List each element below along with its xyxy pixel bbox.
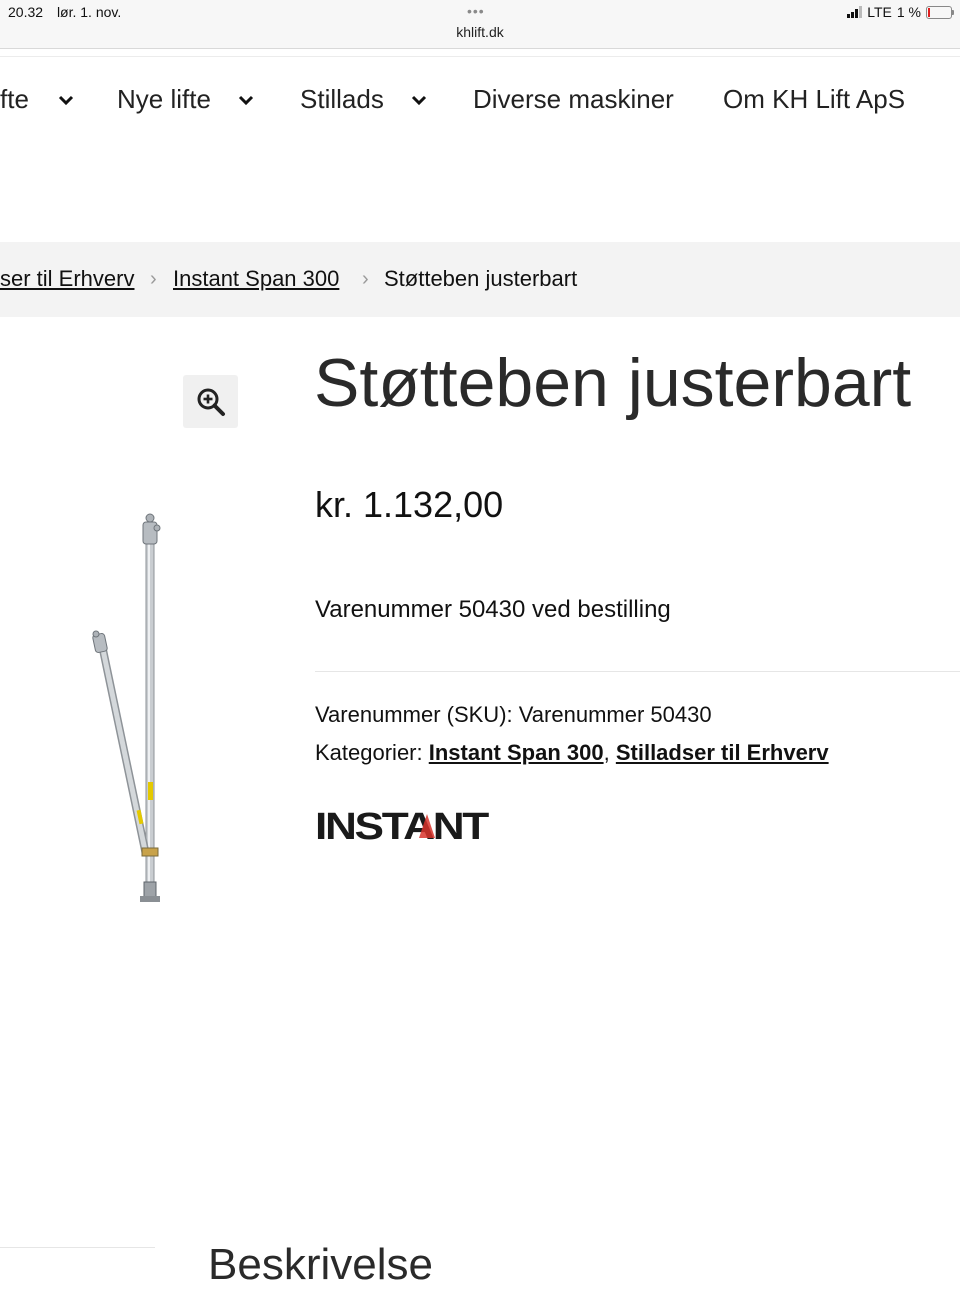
- status-date: lør. 1. nov.: [56, 4, 122, 20]
- breadcrumb-separator: ›: [150, 268, 157, 290]
- zoom-button[interactable]: [183, 375, 238, 428]
- status-bar: 20.32 lør. 1. nov. ••• khlift.dk LTE 1 %: [0, 0, 960, 49]
- category-link[interactable]: Stilladser til Erhverv: [616, 740, 829, 765]
- categories-label: Kategorier:: [315, 740, 423, 765]
- nav-item-label: Stillads: [300, 84, 384, 114]
- status-left: 20.32 lør. 1. nov.: [8, 4, 131, 20]
- product-title: Støtteben justerbart: [314, 345, 912, 421]
- breadcrumb-link-stilladser[interactable]: ser til Erhverv: [0, 266, 134, 292]
- nav-item-stillads[interactable]: Stillads: [300, 84, 428, 115]
- breadcrumb-link[interactable]: ser til Erhverv: [0, 266, 134, 291]
- nav-item-lifte[interactable]: fte: [0, 84, 75, 115]
- product-sku: Varenummer (SKU): Varenummer 50430: [315, 702, 712, 728]
- breadcrumb-link-instant-span[interactable]: Instant Span 300: [173, 266, 339, 292]
- chevron-down-icon[interactable]: [237, 91, 255, 109]
- brand-logo-text: INSTANT: [315, 808, 489, 844]
- breadcrumb-current: Støtteben justerbart: [384, 266, 578, 291]
- breadcrumb-separator: ›: [362, 268, 369, 290]
- description-heading: Beskrivelse: [208, 1240, 433, 1289]
- status-right: LTE 1 %: [847, 4, 954, 20]
- category-link[interactable]: Instant Span 300: [429, 740, 604, 765]
- nav-item-label: Om KH Lift ApS: [723, 84, 906, 114]
- nav-item-label: Nye lifte: [117, 84, 211, 114]
- chevron-down-icon[interactable]: [57, 91, 75, 109]
- address-bar-url[interactable]: khlift.dk: [0, 24, 960, 40]
- magnifier-plus-icon: [197, 388, 225, 416]
- product-image[interactable]: [88, 510, 168, 910]
- divider: [315, 671, 960, 672]
- product-price: kr. 1.132,00: [315, 484, 504, 525]
- breadcrumb-link[interactable]: Instant Span 300: [173, 266, 339, 291]
- brand-logo[interactable]: INSTANT: [315, 808, 490, 844]
- product-categories: Kategorier: Instant Span 300, Stilladser…: [315, 740, 829, 766]
- sku-value: Varenummer 50430: [518, 702, 712, 727]
- battery-percent: 1 %: [896, 4, 921, 20]
- signal-icon: [847, 6, 863, 18]
- main-nav: [0, 56, 960, 57]
- status-time: 20.32: [8, 4, 44, 20]
- nav-item-label: fte: [0, 84, 29, 114]
- nav-item-nye-lifte[interactable]: Nye lifte: [117, 84, 255, 115]
- tabs-divider: [0, 1247, 155, 1248]
- network-label: LTE: [867, 4, 892, 20]
- more-dots-icon[interactable]: •••: [467, 3, 485, 19]
- category-separator: ,: [603, 740, 610, 765]
- nav-item-diverse-maskiner[interactable]: Diverse maskiner: [473, 84, 674, 115]
- battery-icon: [926, 5, 954, 19]
- nav-item-om-kh-lift[interactable]: Om KH Lift ApS: [723, 84, 905, 115]
- chevron-down-icon[interactable]: [410, 91, 428, 109]
- product-short-description: Varenummer 50430 ved bestilling: [315, 596, 671, 623]
- nav-item-label: Diverse maskiner: [473, 84, 674, 114]
- sku-label: Varenummer (SKU):: [315, 702, 513, 727]
